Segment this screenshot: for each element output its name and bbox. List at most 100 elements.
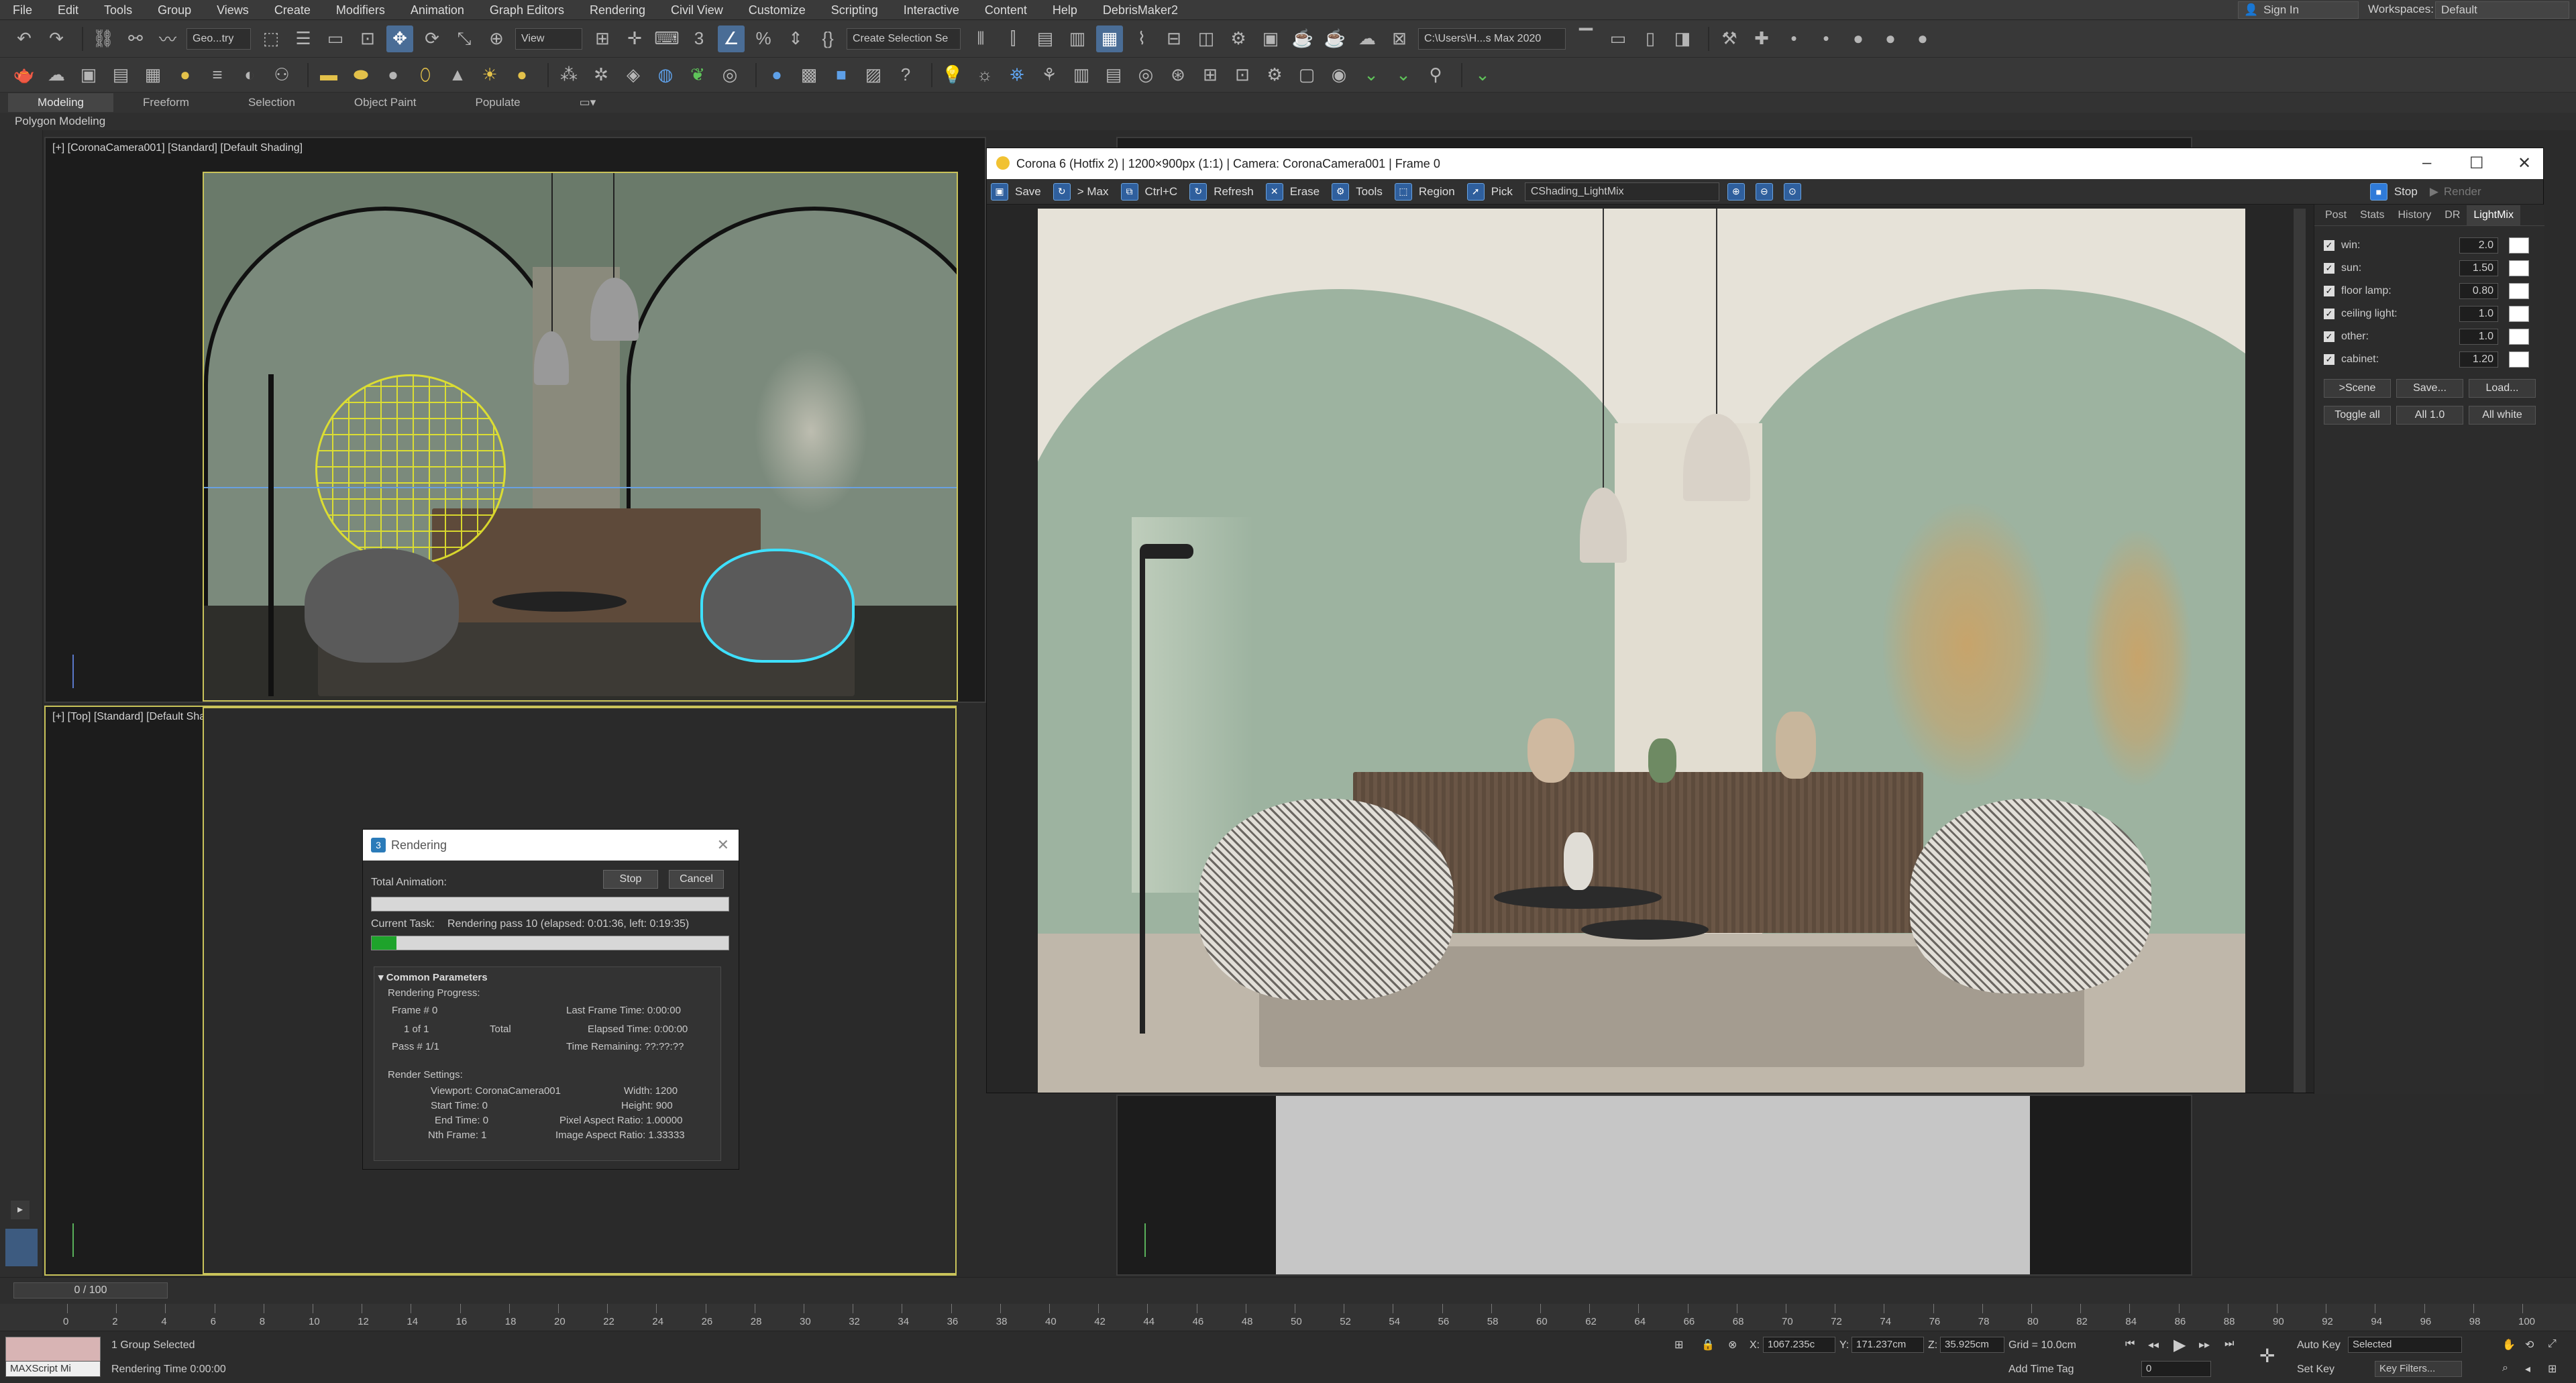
viewport-camera[interactable]: [+] [CoronaCamera001] [Standard] [Defaul… [44,137,986,703]
track-bar[interactable]: 0 2 4 6 8 10 12 14 16 18 20 22 24 26 28 30 32 34 36 38 40 42 4… [0,1304,2576,1331]
chevrons-down-2-icon[interactable]: ⌄ [1390,62,1417,89]
viewport-camera-label[interactable]: [+] [CoronaCamera001] [Standard] [Defaul… [52,142,303,154]
select-place-icon[interactable]: ⊕ [483,25,510,52]
tab-post[interactable]: Post [2318,205,2353,225]
menu-civil-view[interactable]: Civil View [658,0,736,20]
maximize-icon[interactable]: ☐ [2469,154,2484,173]
viewport-perspective[interactable] [1116,1095,2192,1276]
book2-icon[interactable]: ▤ [1100,62,1127,89]
pivot-center-icon[interactable]: ⊞ [589,25,616,52]
snaps-toggle-icon[interactable]: 3 [686,25,712,52]
menu-content[interactable]: Content [972,0,1040,20]
bars-icon[interactable]: ≡ [204,62,231,89]
eye-icon[interactable]: ◉ [1326,62,1352,89]
close-icon[interactable]: ✕ [717,830,729,861]
a360-gallery-icon[interactable]: ⊠ [1386,25,1413,52]
sunglasses-icon[interactable]: ⚇ [268,62,295,89]
bulb-icon[interactable]: 💡 [939,62,966,89]
goto-start-icon[interactable]: ⏮ [2125,1338,2135,1350]
mtl-convert-icon[interactable]: ■ [828,62,855,89]
chevrons-down-3-icon[interactable]: ⌄ [1469,62,1496,89]
unlink-icon[interactable]: ⚯ [122,25,149,52]
image-scrollbar[interactable] [2294,209,2306,1093]
project-open-icon[interactable]: ▭ [1605,25,1631,52]
checkbox-cabinet[interactable]: ✓ [2324,354,2334,365]
ribbon-options-icon[interactable]: ▭▾ [550,93,626,112]
zoom-icon[interactable]: ⌕ [2502,1362,2508,1374]
menu-customize[interactable]: Customize [736,0,818,20]
menu-views[interactable]: Views [204,0,262,20]
circle-icon[interactable]: ● [1877,25,1904,52]
y-coordinate-input[interactable]: 171.237cm [1851,1337,1924,1353]
schematic-view-icon[interactable]: ⊟ [1161,25,1187,52]
auto-key-button[interactable]: Auto Key [2297,1339,2341,1351]
named-selection-dropdown[interactable]: Create Selection Se [847,27,961,50]
menu-create[interactable]: Create [262,0,323,20]
time-slider[interactable]: 0 / 100 [13,1282,168,1298]
workspace-select[interactable]: Default [2435,1,2569,19]
light-mix-icon[interactable]: ⚘ [1036,62,1063,89]
menu-rendering[interactable]: Rendering [577,0,658,20]
list-icon[interactable]: ▤ [107,62,134,89]
sampler-icon[interactable]: ◐ [236,62,263,89]
plant-icon[interactable]: ❦ [684,62,711,89]
curve-editor-icon[interactable]: ⌇ [1128,25,1155,52]
tab-dr[interactable]: DR [2438,205,2467,225]
tab-stats[interactable]: Stats [2353,205,2391,225]
x-coordinate-input[interactable]: 1067.235c [1763,1337,1835,1353]
proxy-icon[interactable]: ◍ [652,62,679,89]
project-save-icon[interactable]: ▯ [1637,25,1664,52]
stop-button[interactable]: Stop [603,870,658,889]
select-object-icon[interactable]: ⬚ [258,25,284,52]
prev-frame-icon[interactable]: ◂◂ [2148,1338,2159,1351]
pan-icon[interactable]: ✋ [2502,1338,2516,1351]
selection-filter-dropdown[interactable]: Geo...try [186,27,251,50]
sky-icon[interactable]: ● [508,62,535,89]
absolute-mode-icon[interactable]: ⊗ [1728,1338,1737,1351]
mirror-icon[interactable]: ⫴ [967,25,994,52]
menu-animation[interactable]: Animation [398,0,477,20]
cylinder-light-icon[interactable]: ⬯ [412,62,439,89]
fov-icon[interactable]: ◂ [2525,1362,2530,1376]
zoom-fit-button[interactable]: ⊙ [1783,182,1808,201]
plus-frame-icon[interactable]: ⊞ [1197,62,1224,89]
viewport-icon[interactable]: ⊡ [1229,62,1256,89]
tools-button[interactable]: ⚙ Tools [1332,182,1383,201]
sign-in-button[interactable]: 👤 Sign In [2238,1,2359,19]
z-coordinate-input[interactable]: 35.925cm [1940,1337,2004,1353]
all-one-button[interactable]: All 1.0 [2396,406,2463,425]
checkbox-floor-lamp[interactable]: ✓ [2324,286,2334,296]
plus-icon[interactable]: ✚ [1748,25,1775,52]
refresh-button[interactable]: ↻ Refresh [1189,182,1254,201]
project-folder-icon[interactable]: ▔ [1572,25,1599,52]
pattern-icon[interactable]: ✲ [588,62,614,89]
window-crossing-icon[interactable]: ⊡ [354,25,381,52]
light-intensity-input[interactable]: 2.0 [2459,237,2498,254]
circle-icon[interactable]: ● [1845,25,1872,52]
minimize-icon[interactable]: – [2422,154,2431,172]
tab-lightmix[interactable]: LightMix [2467,205,2520,225]
menu-scripting[interactable]: Scripting [818,0,891,20]
angle-snap-icon[interactable]: ∠ [718,25,745,52]
armchair-right-selected[interactable] [700,549,855,663]
project-folder-dropdown[interactable]: C:\Users\H...s Max 2020 [1418,27,1566,50]
tab-modeling[interactable]: Modeling [8,93,113,112]
save-button[interactable]: ▣ Save [991,182,1041,201]
converter-icon[interactable]: ⚙ [1261,62,1288,89]
close-icon[interactable]: ✕ [2518,154,2531,173]
pick-button[interactable]: ➚ Pick [1466,182,1513,201]
tab-object-paint[interactable]: Object Paint [325,93,446,112]
spinner-snap-icon[interactable]: ⇕ [782,25,809,52]
reference-coord-dropdown[interactable]: View [515,27,582,50]
info-icon[interactable]: ▨ [860,62,887,89]
undo-icon[interactable]: ↶ [11,25,38,52]
align-icon[interactable]: ⫿ [1000,25,1026,52]
tab-selection[interactable]: Selection [219,93,325,112]
render-setup-icon[interactable]: ⚙ [1225,25,1252,52]
tab-history[interactable]: History [2391,205,2438,225]
set-key-button[interactable]: Set Key [2297,1364,2334,1376]
select-scale-icon[interactable]: ⤡ [451,25,478,52]
all-white-button[interactable]: All white [2469,406,2536,425]
select-manipulate-icon[interactable]: ✛ [621,25,648,52]
help-icon[interactable]: ? [892,62,919,89]
